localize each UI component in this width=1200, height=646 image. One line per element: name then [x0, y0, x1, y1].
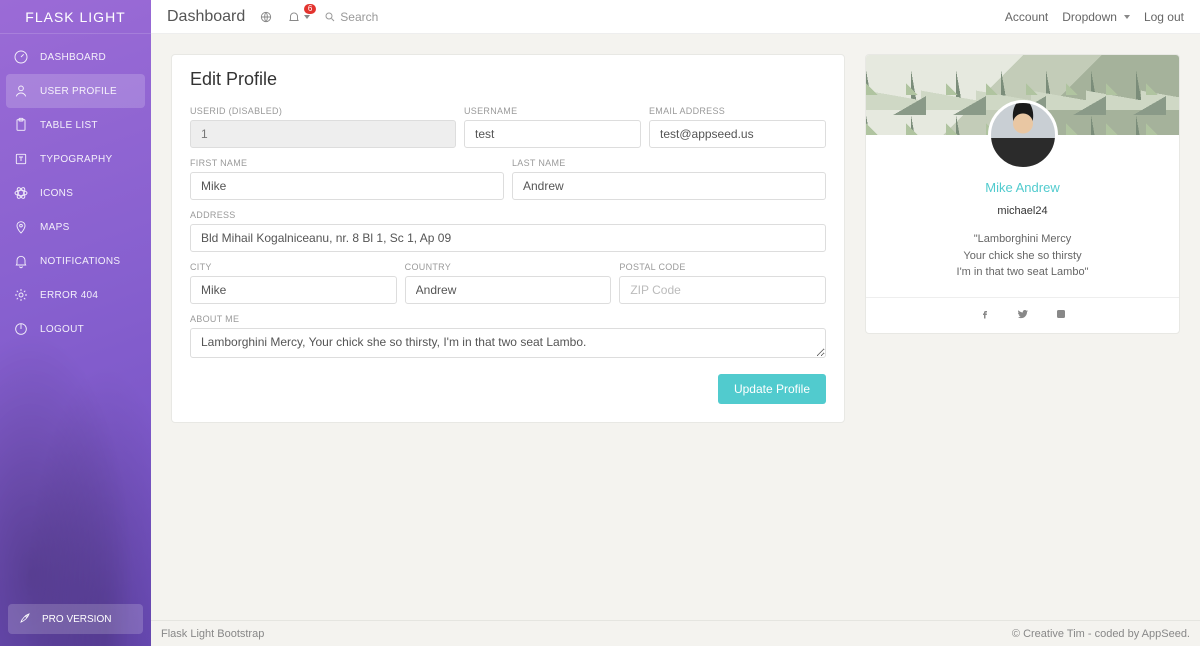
label-about: ABOUT ME	[190, 314, 826, 324]
bell-icon	[12, 253, 30, 269]
sidebar: FLASK LIGHT DASHBOARD USER PROFILE TABLE…	[0, 0, 151, 646]
sidebar-nav: DASHBOARD USER PROFILE TABLE LIST TYPOGR…	[0, 34, 151, 352]
label-lastname: LAST NAME	[512, 158, 826, 168]
label-firstname: FIRST NAME	[190, 158, 504, 168]
page-title: Dashboard	[167, 8, 245, 26]
notifications-dropdown[interactable]: 6	[287, 10, 310, 24]
sidebar-item-label: TYPOGRAPHY	[40, 154, 112, 165]
atom-icon	[12, 185, 30, 201]
label-country: COUNTRY	[405, 262, 612, 272]
search-icon	[324, 11, 336, 23]
pro-version-button[interactable]: PRO VERSION	[8, 604, 143, 634]
city-field[interactable]	[190, 276, 397, 304]
quote-line: I'm in that two seat Lambo"	[866, 264, 1179, 281]
address-field[interactable]	[190, 224, 826, 252]
userid-field	[190, 120, 456, 148]
sidebar-item-dashboard[interactable]: DASHBOARD	[0, 40, 151, 74]
sidebar-item-table-list[interactable]: TABLE LIST	[0, 108, 151, 142]
sidebar-item-label: TABLE LIST	[40, 120, 98, 131]
sidebar-item-label: LOGOUT	[40, 324, 84, 335]
footer: Flask Light Bootstrap © Creative Tim - c…	[151, 620, 1200, 646]
search-placeholder: Search	[340, 10, 378, 24]
user-icon	[12, 83, 30, 99]
content: Edit Profile USERID (DISABLED) USERNAME …	[151, 34, 1200, 620]
gauge-icon	[12, 49, 30, 65]
clipboard-icon	[12, 117, 30, 133]
lastname-field[interactable]	[512, 172, 826, 200]
label-userid: USERID (DISABLED)	[190, 106, 456, 116]
dropdown-link[interactable]: Dropdown	[1062, 10, 1130, 24]
label-city: CITY	[190, 262, 397, 272]
google-plus-icon[interactable]	[1055, 308, 1067, 323]
topbar: Dashboard 6 Search Account Dropdown Log …	[151, 0, 1200, 34]
user-name-link[interactable]: Mike Andrew	[985, 180, 1059, 195]
postal-field[interactable]	[619, 276, 826, 304]
globe-icon[interactable]	[259, 10, 273, 24]
brand-title[interactable]: FLASK LIGHT	[0, 0, 151, 34]
sidebar-item-label: MAPS	[40, 222, 70, 233]
quote-line: "Lamborghini Mercy	[866, 231, 1179, 248]
label-address: ADDRESS	[190, 210, 826, 220]
sidebar-item-user-profile[interactable]: USER PROFILE	[6, 74, 145, 108]
search-input[interactable]: Search	[324, 10, 378, 24]
sidebar-item-label: NOTIFICATIONS	[40, 256, 120, 267]
account-link[interactable]: Account	[1005, 10, 1048, 24]
sidebar-item-label: ICONS	[40, 188, 73, 199]
user-card: Mike Andrew michael24 "Lamborghini Mercy…	[865, 54, 1180, 334]
email-field[interactable]	[649, 120, 826, 148]
notification-badge: 6	[304, 4, 316, 14]
sidebar-item-typography[interactable]: TYPOGRAPHY	[0, 142, 151, 176]
quote-line: Your chick she so thirsty	[866, 248, 1179, 265]
text-icon	[12, 151, 30, 167]
user-handle: michael24	[866, 205, 1179, 217]
sidebar-item-logout[interactable]: LOGOUT	[0, 312, 151, 346]
sidebar-item-maps[interactable]: MAPS	[0, 210, 151, 244]
edit-profile-card: Edit Profile USERID (DISABLED) USERNAME …	[171, 54, 845, 423]
sidebar-item-notifications[interactable]: NOTIFICATIONS	[0, 244, 151, 278]
gear-icon	[12, 287, 30, 303]
caret-down-icon	[1124, 15, 1130, 19]
sidebar-item-error-404[interactable]: ERROR 404	[0, 278, 151, 312]
avatar[interactable]	[988, 100, 1058, 170]
logout-link[interactable]: Log out	[1144, 10, 1184, 24]
caret-down-icon	[304, 15, 310, 19]
country-field[interactable]	[405, 276, 612, 304]
update-profile-button[interactable]: Update Profile	[718, 374, 826, 404]
sidebar-item-label: USER PROFILE	[40, 86, 117, 97]
edit-profile-heading: Edit Profile	[190, 69, 826, 90]
sidebar-item-icons[interactable]: ICONS	[0, 176, 151, 210]
twitter-icon[interactable]	[1017, 308, 1029, 323]
sidebar-item-label: DASHBOARD	[40, 52, 106, 63]
label-username: USERNAME	[464, 106, 641, 116]
username-field[interactable]	[464, 120, 641, 148]
social-row	[866, 297, 1179, 333]
label-email: EMAIL ADDRESS	[649, 106, 826, 116]
label-postal: POSTAL CODE	[619, 262, 826, 272]
user-quote: "Lamborghini Mercy Your chick she so thi…	[866, 231, 1179, 281]
pin-icon	[12, 219, 30, 235]
footer-left[interactable]: Flask Light Bootstrap	[161, 628, 264, 640]
pro-version-label: PRO VERSION	[42, 614, 111, 625]
facebook-icon[interactable]	[979, 308, 991, 323]
firstname-field[interactable]	[190, 172, 504, 200]
about-field[interactable]	[190, 328, 826, 358]
power-icon	[12, 321, 30, 337]
rocket-icon	[18, 611, 32, 628]
footer-right: © Creative Tim - coded by AppSeed.	[1012, 628, 1190, 640]
sidebar-item-label: ERROR 404	[40, 290, 98, 301]
dropdown-label: Dropdown	[1062, 10, 1117, 24]
